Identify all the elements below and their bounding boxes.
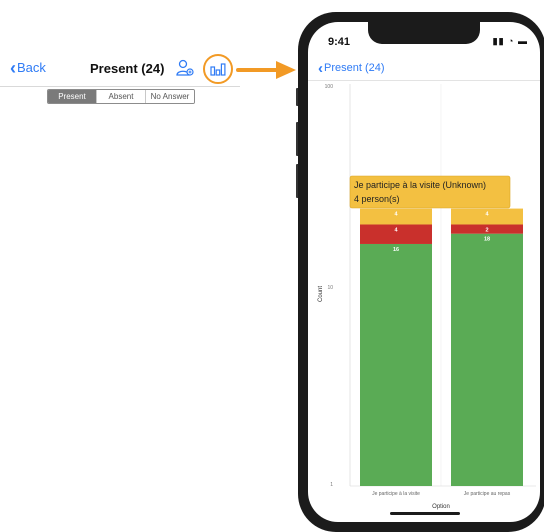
bars-group: 16441824 [360,208,523,486]
segment-no-answer[interactable]: No Answer [145,90,194,103]
left-nav-bar: ‹ Back Present (24) [0,52,240,87]
y-tick-label: 100 [325,84,334,90]
bar-value-label: 18 [484,237,490,243]
add-person-icon[interactable] [175,58,195,78]
segment-absent[interactable]: Absent [96,90,145,103]
y-axis-label: Count [318,286,324,302]
status-icons: ▮▮ ◔ ▬ [493,36,528,47]
signal-icon: ▮▮ [492,36,505,46]
attendance-segmented-control: Present Absent No Answer [47,89,195,104]
page-title: Present (24) [90,61,165,76]
bar-value-label: 2 [485,227,488,233]
phone-notch [368,22,480,44]
home-indicator [390,512,460,515]
back-label: Back [17,60,46,75]
orange-arrow-icon [236,61,296,79]
stacked-bar-chart: 100 10 1 Count 16441824 Je participe à l… [318,84,536,510]
y-tick-label: 1 [330,482,333,488]
chevron-left-icon: ‹ [10,57,16,78]
chevron-left-icon: ‹ [318,59,323,77]
phone-back-button[interactable]: ‹ Present (24) [318,59,385,77]
x-axis-label: Option [432,504,450,510]
status-time: 9:41 [328,36,351,48]
x-tick-label: Je participe au repas [464,491,511,497]
bar-value-label: 16 [393,247,399,253]
tooltip: Je participe à la visite (Unknown) 4 per… [349,175,511,209]
chart-button[interactable] [203,54,233,84]
tooltip-line-2: 4 person(s) [354,194,400,204]
segment-present[interactable]: Present [48,90,96,103]
phone-screen: 9:41 ▮▮ ◔ ▬ ‹ Present (24) 100 10 1 Coun… [308,22,540,522]
wifi-icon: ◔ [508,36,515,46]
x-tick-label: Je participe à la visite [372,491,420,497]
phone-back-label: Present (24) [324,62,385,74]
tooltip-line-1: Je participe à la visite (Unknown) [354,180,486,190]
battery-icon: ▬ [518,36,528,46]
bar-segment[interactable] [451,233,523,486]
bar-chart-icon [210,63,226,76]
phone-nav-divider [308,80,540,81]
y-tick-label: 10 [327,285,333,291]
back-button[interactable]: ‹ Back [10,57,46,78]
bar-segment[interactable] [360,243,432,486]
